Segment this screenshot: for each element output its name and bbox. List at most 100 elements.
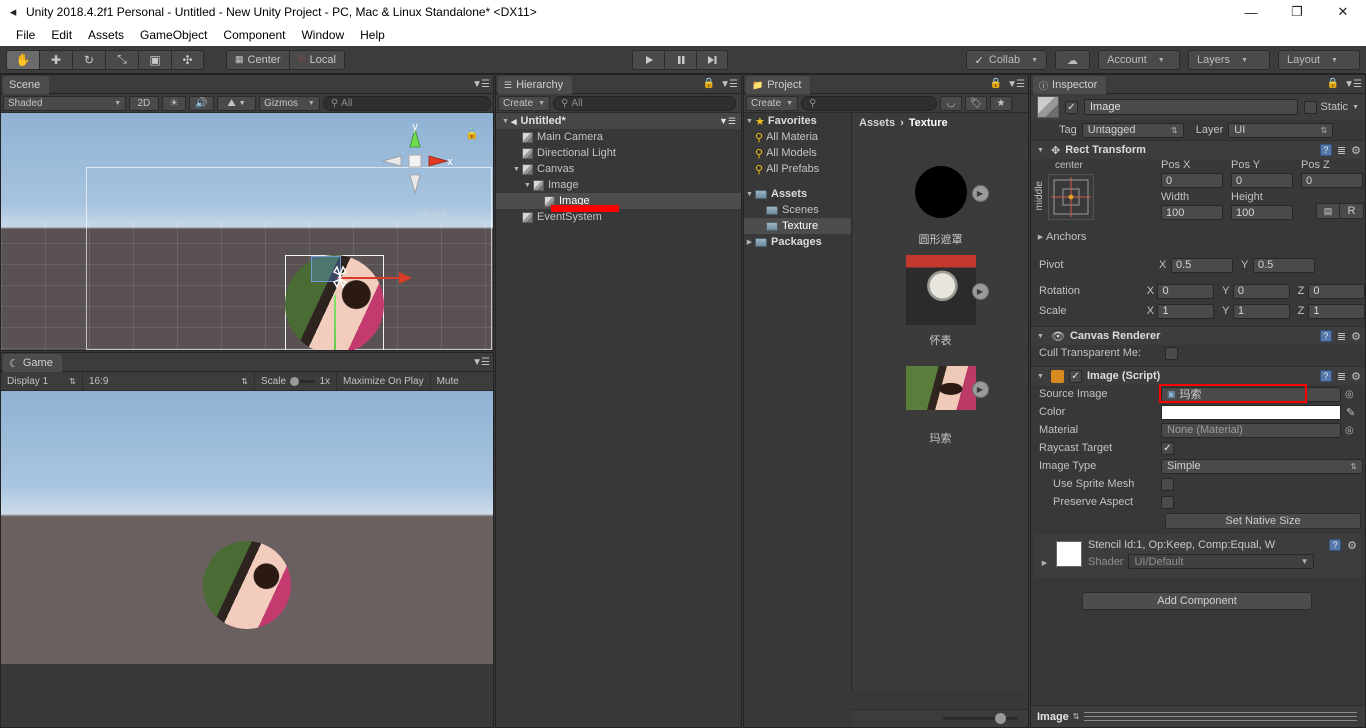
chevron-down-icon[interactable]: ▼ bbox=[744, 118, 755, 125]
menu-gameobject[interactable]: GameObject bbox=[132, 24, 215, 46]
scene-lock-icon[interactable]: 🔒 bbox=[465, 127, 479, 140]
preset-icon[interactable]: ≣ bbox=[1337, 144, 1346, 157]
gear-icon[interactable]: ⚙ bbox=[1351, 144, 1361, 157]
move-tool-button[interactable]: ✚ bbox=[39, 49, 72, 70]
scene-search-input[interactable]: ⚲ All bbox=[322, 95, 491, 111]
set-native-size-button[interactable]: Set Native Size bbox=[1165, 513, 1361, 529]
project-tree-assets[interactable]: ▼ Assets bbox=[744, 186, 851, 202]
breadcrumb-texture[interactable]: Texture bbox=[909, 117, 948, 129]
close-button[interactable]: ✕ bbox=[1320, 0, 1366, 24]
scene-view-axis-gizmo[interactable]: y x bbox=[377, 121, 453, 199]
scale-y-input[interactable]: 1 bbox=[1232, 303, 1290, 319]
image-type-dropdown[interactable]: Simple ⇅ bbox=[1161, 458, 1363, 474]
mute-toggle[interactable]: Mute bbox=[431, 372, 465, 391]
pivot-rotation-button[interactable]: ☉ Local bbox=[288, 49, 345, 70]
color-swatch[interactable] bbox=[1161, 404, 1341, 420]
project-panel-menu-icon[interactable]: ▼☰ bbox=[1007, 79, 1025, 90]
game-display-dropdown[interactable]: Display 1 ⇅ bbox=[1, 371, 83, 391]
project-zoom-slider[interactable] bbox=[853, 709, 1028, 727]
scene-panel-menu-icon[interactable]: ▼☰ bbox=[472, 79, 490, 90]
asset-preview-button[interactable]: ▶ bbox=[971, 185, 989, 202]
hand-tool-button[interactable]: ✋ bbox=[6, 49, 39, 70]
gear-icon[interactable]: ⚙ bbox=[1347, 539, 1357, 552]
chevron-down-icon[interactable]: ▼ bbox=[500, 118, 511, 125]
cull-transparent-checkbox[interactable] bbox=[1165, 346, 1178, 360]
raw-edit-button[interactable]: R bbox=[1340, 203, 1364, 219]
rect-tool-button[interactable]: ▣ bbox=[138, 49, 171, 70]
hierarchy-lock-icon[interactable]: 🔒 bbox=[703, 78, 715, 89]
maximize-button[interactable]: ❐ bbox=[1274, 0, 1320, 24]
preset-icon[interactable]: ≣ bbox=[1337, 370, 1346, 383]
chevron-down-icon[interactable]: ▼ bbox=[1352, 104, 1359, 111]
static-toggle-group[interactable]: Static ▼ bbox=[1303, 100, 1359, 114]
zoom-slider-track[interactable] bbox=[943, 713, 1018, 724]
scale-slider-knob[interactable] bbox=[290, 376, 300, 386]
project-filter-type-button[interactable]: ◡ bbox=[940, 95, 962, 111]
menu-component[interactable]: Component bbox=[215, 24, 293, 46]
pos-y-input[interactable]: 0 bbox=[1231, 173, 1293, 188]
move-gizmo-icon[interactable] bbox=[323, 261, 357, 295]
game-panel-menu-icon[interactable]: ▼☰ bbox=[472, 357, 490, 368]
hierarchy-create-button[interactable]: Create ▼ bbox=[498, 95, 550, 111]
tab-project[interactable]: 📁 Project bbox=[746, 76, 811, 94]
menu-edit[interactable]: Edit bbox=[43, 24, 80, 46]
collab-button[interactable]: ✓ Collab ▼ bbox=[965, 50, 1047, 70]
anchors-foldout[interactable]: ▶ Anchors bbox=[1035, 231, 1087, 243]
hierarchy-item-main-camera[interactable]: Main Camera bbox=[496, 129, 741, 145]
rotation-x-input[interactable]: 0 bbox=[1157, 283, 1215, 299]
hierarchy-item-directional-light[interactable]: Directional Light bbox=[496, 145, 741, 161]
scale-slider-track[interactable] bbox=[290, 376, 316, 386]
project-tree-scenes[interactable]: Scenes bbox=[744, 202, 851, 218]
game-viewport[interactable] bbox=[1, 391, 493, 664]
raycast-target-checkbox[interactable]: ✓ bbox=[1161, 441, 1174, 455]
project-tree-all-materials[interactable]: ⚲ All Materia bbox=[744, 129, 851, 145]
project-filter-label-button[interactable]: 🏷 bbox=[965, 95, 987, 111]
anchor-preset-widget[interactable] bbox=[1048, 174, 1094, 220]
object-name-input[interactable]: Image bbox=[1084, 99, 1298, 115]
menu-help[interactable]: Help bbox=[352, 24, 393, 46]
scene-effects-dropdown[interactable]: ⛰ ▼ bbox=[216, 95, 257, 111]
project-tree-packages[interactable]: ▶ Packages bbox=[744, 234, 851, 250]
add-component-button[interactable]: Add Component bbox=[1082, 592, 1312, 610]
scene-2d-toggle[interactable]: 2D bbox=[129, 95, 159, 111]
scene-viewport[interactable]: y x ‹ Back 🔒 bbox=[1, 113, 493, 350]
tag-dropdown[interactable]: Untagged ⇅ bbox=[1081, 122, 1184, 138]
project-create-button[interactable]: Create ▼ bbox=[746, 95, 798, 111]
chevron-right-icon[interactable]: ▶ bbox=[1039, 559, 1050, 567]
shader-dropdown[interactable]: UI/Default ▼ bbox=[1128, 554, 1315, 569]
component-header-canvas-renderer[interactable]: ▼ 👁 Canvas Renderer ? ≣ ⚙ bbox=[1031, 326, 1365, 345]
use-sprite-mesh-checkbox[interactable] bbox=[1161, 477, 1174, 491]
eyedropper-icon[interactable]: ✎ bbox=[1346, 406, 1355, 419]
chevron-right-icon[interactable]: ▶ bbox=[744, 238, 755, 246]
scale-tool-button[interactable]: ⤡ bbox=[105, 49, 138, 70]
breadcrumb-assets[interactable]: Assets bbox=[859, 117, 895, 129]
tab-game[interactable]: ☾ Game bbox=[3, 354, 62, 372]
pivot-y-input[interactable]: 0.5 bbox=[1253, 257, 1315, 273]
tab-hierarchy[interactable]: ☰ Hierarchy bbox=[498, 76, 573, 94]
asset-item-circle-mask[interactable]: ▶ 圆形遮罩 bbox=[853, 157, 1028, 247]
menu-assets[interactable]: Assets bbox=[80, 24, 132, 46]
help-icon[interactable]: ? bbox=[1319, 144, 1332, 156]
blueprint-mode-button[interactable]: ▤ bbox=[1316, 203, 1340, 219]
width-input[interactable]: 100 bbox=[1161, 205, 1223, 220]
hierarchy-item-eventsystem[interactable]: EventSystem bbox=[496, 205, 741, 225]
help-icon[interactable]: ? bbox=[1319, 370, 1332, 382]
image-enabled-checkbox[interactable]: ✓ bbox=[1069, 369, 1082, 383]
help-icon[interactable]: ? bbox=[1329, 539, 1342, 551]
menu-file[interactable]: File bbox=[8, 24, 43, 46]
scene-lighting-toggle[interactable]: ☀ bbox=[161, 95, 187, 111]
layer-dropdown[interactable]: UI ⇅ bbox=[1228, 122, 1334, 138]
cloud-button[interactable]: ☁ bbox=[1055, 50, 1090, 70]
maximize-on-play-toggle[interactable]: Maximize On Play bbox=[337, 371, 431, 391]
gear-icon[interactable]: ⚙ bbox=[1351, 370, 1361, 383]
play-button[interactable] bbox=[632, 50, 664, 70]
project-tree-all-prefabs[interactable]: ⚲ All Prefabs bbox=[744, 161, 851, 177]
rotate-tool-button[interactable]: ↻ bbox=[72, 49, 105, 70]
tab-inspector[interactable]: ⓘ Inspector bbox=[1033, 76, 1107, 94]
height-input[interactable]: 100 bbox=[1231, 205, 1293, 220]
pause-button[interactable] bbox=[664, 50, 696, 70]
hierarchy-item-image-parent[interactable]: ▼ Image bbox=[496, 177, 741, 193]
scene-draw-mode-dropdown[interactable]: Shaded ▼ bbox=[3, 95, 127, 111]
static-checkbox[interactable] bbox=[1303, 100, 1317, 114]
project-tree-all-models[interactable]: ⚲ All Models bbox=[744, 145, 851, 161]
